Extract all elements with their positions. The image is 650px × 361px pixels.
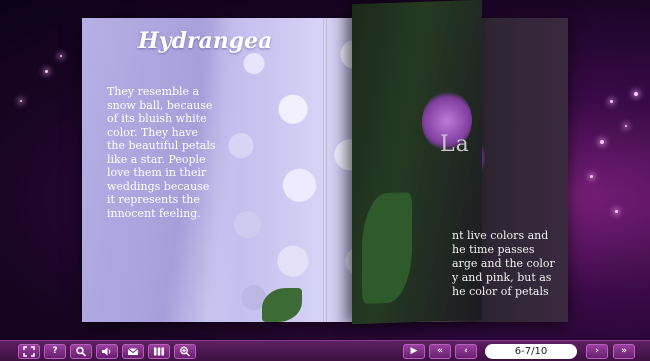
page-body-text: They resemble a snow ball, because of it…: [107, 85, 216, 220]
leaf-image: [362, 192, 412, 304]
book-spine: [323, 18, 327, 322]
sparkle-decoration: [20, 100, 22, 102]
text-line: arge and the color: [452, 257, 555, 270]
right-page-text: nt live colors and he time passes arge a…: [452, 229, 562, 299]
last-page-button[interactable]: »: [613, 344, 635, 359]
hydrangea-image: [202, 18, 325, 322]
page-title: Hydrangea: [138, 28, 273, 54]
thumbnails-button[interactable]: [148, 344, 170, 359]
sparkle-decoration: [634, 92, 638, 96]
next-page-button[interactable]: ›: [586, 344, 608, 359]
turning-page-title: La: [440, 132, 470, 157]
fullscreen-icon: [23, 346, 35, 357]
email-button[interactable]: [122, 344, 144, 359]
chevron-right-icon: ›: [595, 346, 599, 356]
double-chevron-right-icon: »: [621, 346, 627, 356]
play-icon: ▶: [410, 346, 418, 356]
double-chevron-left-icon: «: [437, 346, 443, 356]
text-line: he time passes: [452, 243, 535, 256]
text-line: nt live colors and: [452, 229, 549, 242]
zoom-in-icon: [180, 346, 190, 357]
first-page-button[interactable]: «: [429, 344, 451, 359]
sparkle-decoration: [615, 210, 618, 213]
fullscreen-button[interactable]: [18, 344, 40, 359]
autoplay-button[interactable]: ▶: [403, 344, 425, 359]
sparkle-decoration: [45, 70, 48, 73]
sparkle-decoration: [610, 100, 613, 103]
chevron-left-icon: ‹: [464, 346, 468, 356]
sound-button[interactable]: [96, 344, 118, 359]
sparkle-decoration: [625, 125, 627, 127]
sparkle-decoration: [600, 140, 604, 144]
email-icon: [127, 348, 139, 355]
sparkle-decoration: [60, 55, 62, 57]
text-line: y and pink, but as: [452, 271, 552, 284]
thumbnails-icon: [154, 347, 164, 356]
zoom-in-button[interactable]: [174, 344, 196, 359]
bottom-toolbar: ? ▶ « ‹ 6-7/10 › »: [0, 340, 650, 361]
page-indicator-input[interactable]: 6-7/10: [485, 344, 577, 359]
magnifier-icon: [76, 346, 87, 357]
zoom-search-button[interactable]: [70, 344, 92, 359]
sparkle-decoration: [590, 175, 593, 178]
speaker-icon: [102, 347, 111, 356]
help-icon: ?: [52, 346, 58, 356]
help-button[interactable]: ?: [44, 344, 66, 359]
text-line: he color of petals: [452, 285, 549, 298]
previous-page-button[interactable]: ‹: [455, 344, 477, 359]
